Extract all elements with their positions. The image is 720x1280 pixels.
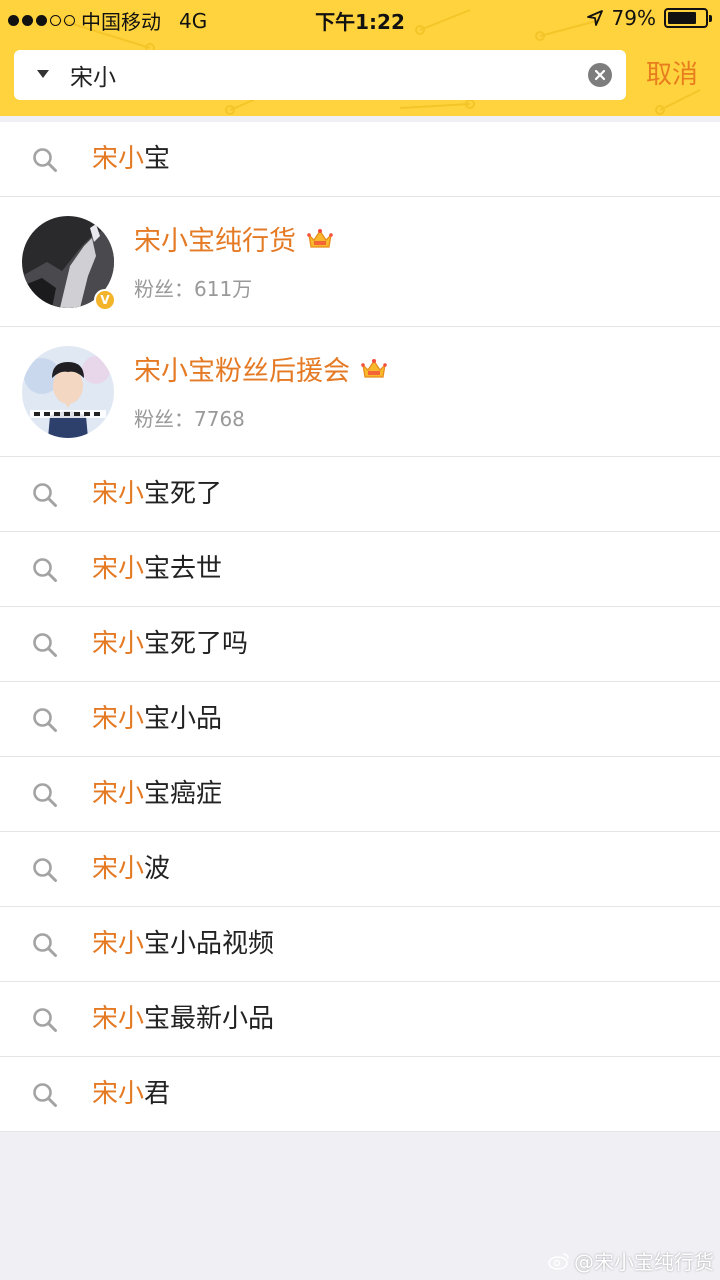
suggestion-rest: 君: [144, 1079, 171, 1109]
avatar[interactable]: [22, 346, 114, 438]
user-result-row[interactable]: 宋小宝粉丝后援会 粉丝：7768: [0, 327, 720, 457]
suggestion-rest: 波: [144, 854, 171, 884]
search-icon: [33, 933, 57, 957]
query-highlight: 宋小: [92, 1079, 145, 1109]
query-highlight: 宋小: [92, 1004, 145, 1034]
search-icon: [33, 558, 57, 582]
search-icon: [33, 783, 57, 807]
search-icon: [33, 633, 57, 657]
suggestion-row[interactable]: 宋小宝小品: [0, 682, 720, 757]
location-arrow-icon: [586, 10, 603, 26]
suggestion-row[interactable]: 宋小宝最新小品: [0, 982, 720, 1057]
suggestion-text: 宋小宝: [92, 122, 170, 197]
suggestion-text: 宋小宝最新小品: [92, 982, 274, 1057]
query-highlight: 宋小: [92, 854, 145, 884]
suggestion-text: 宋小宝去世: [92, 532, 222, 607]
suggestion-text: 宋小宝小品视频: [92, 907, 274, 982]
verified-badge-icon: V: [94, 289, 116, 311]
search-icon: [33, 148, 57, 172]
cancel-button[interactable]: 取消: [646, 56, 698, 94]
suggestion-rest: 宝死了: [144, 479, 223, 509]
suggestion-row[interactable]: 宋小宝去世: [0, 532, 720, 607]
query-highlight: 宋小: [92, 479, 145, 509]
suggestion-row[interactable]: 宋小宝: [0, 122, 720, 197]
suggestion-text: 宋小宝死了吗: [92, 607, 248, 682]
suggestion-rest: 宝小品: [144, 704, 223, 734]
suggestion-rest: 宝: [144, 144, 171, 174]
top-header: 中国移动 4G 下午1:22 79% 取消: [0, 0, 720, 116]
suggestion-text: 宋小波: [92, 832, 170, 907]
query-highlight: 宋小: [92, 554, 145, 584]
suggestion-row[interactable]: 宋小宝癌症: [0, 757, 720, 832]
fans-count: 粉丝：7768: [134, 407, 245, 431]
suggestion-rest: 宝癌症: [144, 779, 223, 809]
suggestion-row[interactable]: 宋小君: [0, 1057, 720, 1132]
status-bar: 中国移动 4G 下午1:22 79%: [0, 0, 720, 36]
search-icon: [33, 858, 57, 882]
clear-search-button[interactable]: [588, 63, 612, 87]
vip-crown-icon: [361, 358, 387, 378]
suggestion-rest: 宝去世: [144, 554, 223, 584]
search-icon: [33, 1083, 57, 1107]
query-highlight: 宋小: [92, 779, 145, 809]
suggestion-row[interactable]: 宋小波: [0, 832, 720, 907]
suggestion-row[interactable]: 宋小宝死了: [0, 457, 720, 532]
suggestion-row[interactable]: 宋小宝小品视频: [0, 907, 720, 982]
suggestion-rest: 宝最新小品: [144, 1004, 275, 1034]
search-bar[interactable]: [14, 50, 626, 100]
user-name: 宋小宝粉丝后援会: [134, 349, 388, 388]
suggestion-rest: 宝死了吗: [144, 629, 249, 659]
fans-count: 粉丝：611万: [134, 277, 253, 301]
suggestion-text: 宋小君: [92, 1057, 170, 1132]
suggestion-rest: 宝小品视频: [144, 929, 275, 959]
query-highlight: 宋小: [92, 144, 145, 174]
battery-icon: [664, 8, 712, 28]
battery-level: [668, 12, 697, 24]
search-input[interactable]: [70, 50, 590, 100]
user-name: 宋小宝纯行货: [134, 219, 334, 258]
suggestion-text: 宋小宝死了: [92, 457, 222, 532]
query-highlight: 宋小: [92, 704, 145, 734]
search-icon: [33, 483, 57, 507]
suggestion-text: 宋小宝小品: [92, 682, 222, 757]
search-icon: [33, 708, 57, 732]
user-result-row[interactable]: V 宋小宝纯行货 粉丝：611万: [0, 197, 720, 327]
suggestion-group: 宋小宝死了 宋小宝去世 宋小宝死了吗 宋小宝小品 宋小宝癌症 宋小波 宋小宝小品…: [0, 457, 720, 1132]
search-suggestion-list: 宋小宝 V 宋小宝纯行货 粉丝：611万 宋小宝粉丝后援会 粉丝：7768 宋小…: [0, 122, 720, 1132]
query-highlight: 宋小: [92, 629, 145, 659]
suggestion-text: 宋小宝癌症: [92, 757, 222, 832]
search-icon: [33, 1008, 57, 1032]
query-highlight: 宋小: [92, 929, 145, 959]
vip-crown-icon: [307, 228, 333, 248]
close-icon: [594, 69, 606, 81]
suggestion-row[interactable]: 宋小宝死了吗: [0, 607, 720, 682]
battery-percent: 79%: [611, 6, 656, 30]
weibo-logo-icon: [548, 1252, 569, 1270]
dropdown-caret-icon[interactable]: [36, 69, 50, 79]
watermark: @宋小宝纯行货: [548, 1246, 714, 1275]
